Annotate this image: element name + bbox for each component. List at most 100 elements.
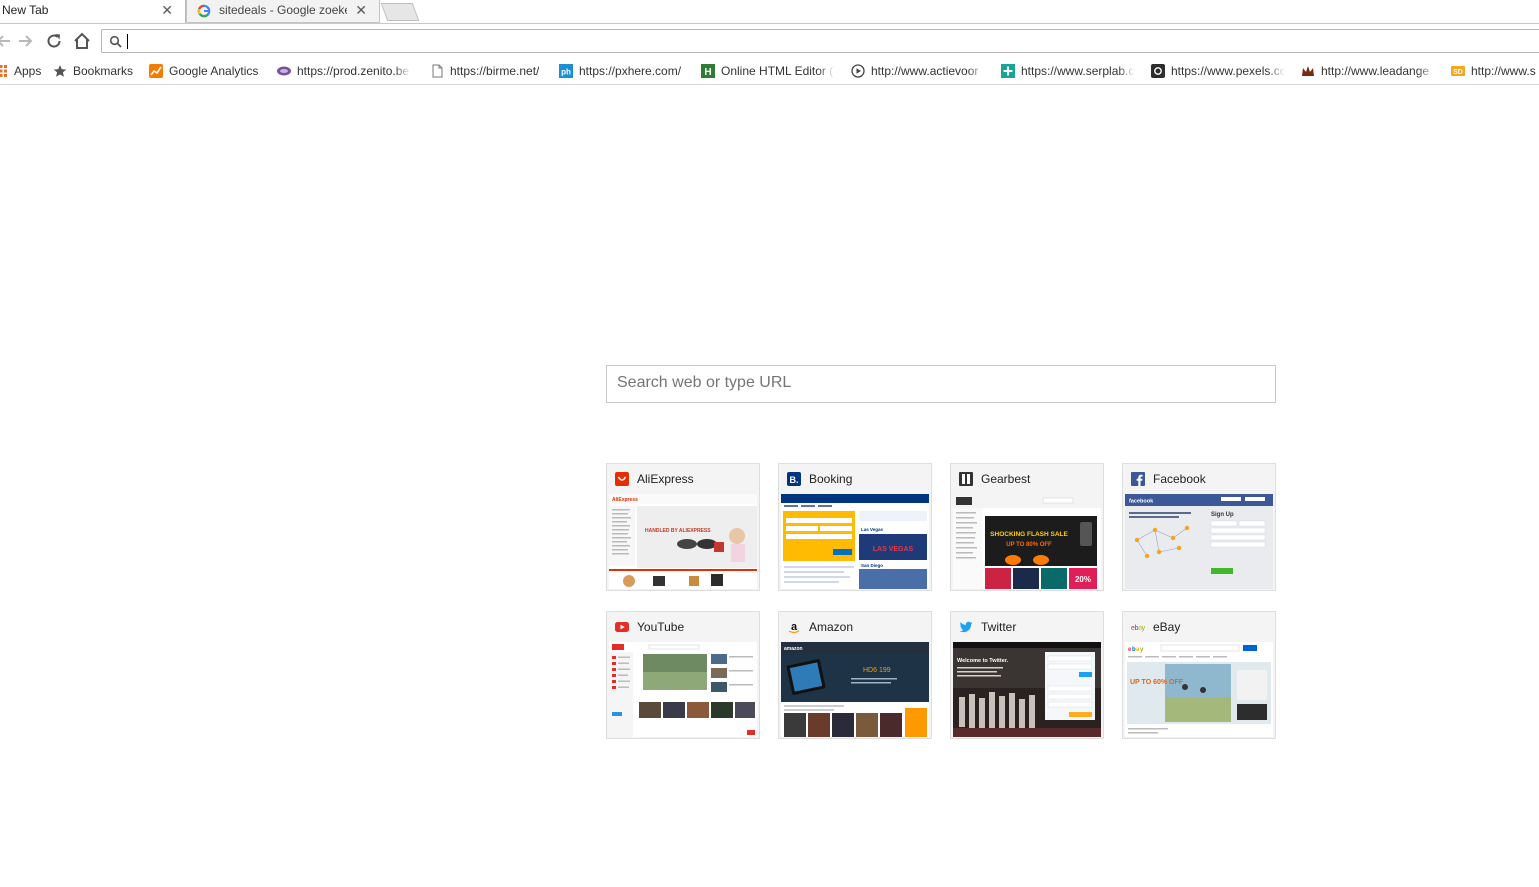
text-caret (127, 34, 128, 49)
bookmark-folder-bookmarks[interactable]: Bookmarks (53, 58, 143, 84)
tile-title: Twitter (981, 620, 1017, 634)
home-icon[interactable] (72, 31, 92, 51)
bookmark-label: Apps (14, 64, 42, 78)
reload-icon[interactable] (44, 31, 64, 51)
bookmark-leadange[interactable]: http://www.leadange (1301, 58, 1441, 84)
thumb-text: UP TO 80% OFF (1006, 542, 1052, 548)
amazon-icon: a (788, 621, 800, 634)
twitter-icon (959, 621, 973, 633)
svg-text:ph: ph (561, 68, 571, 77)
tab-new-tab[interactable]: New Tab ✕ (0, 0, 186, 23)
back-arrow-icon[interactable] (0, 31, 14, 51)
thumb-text: Welcome to Twitter. (957, 658, 1009, 664)
thumb-text: UP TO 60% OFF (1130, 679, 1184, 686)
thumb-text: San Diego (861, 563, 883, 568)
tile-title: AliExpress (637, 472, 694, 486)
tile-thumbnail: AliExpress HANDLED BY ALIEXPRESS (609, 494, 757, 589)
bookmark-label: Google Analytics (169, 64, 259, 78)
bookmark-label: http://www.s (1471, 64, 1536, 78)
svg-text:AliExpress: AliExpress (612, 497, 638, 503)
facebook-icon (1131, 472, 1145, 486)
bookmark-zenito[interactable]: https://prod.zenito.be (277, 58, 415, 84)
tile-title: Amazon (809, 620, 854, 634)
toolbar (0, 24, 1539, 58)
svg-text:SD: SD (1453, 69, 1463, 76)
bookmark-online-html-editor[interactable]: H Online HTML Editor ( (701, 58, 841, 84)
page-icon (432, 64, 443, 78)
bookmark-google-analytics[interactable]: Google Analytics (149, 58, 267, 84)
speed-dial-tile-aliexpress[interactable]: AliExpress AliExpress HANDLED BY ALIEXPR… (606, 463, 760, 591)
star-icon (53, 65, 67, 77)
play-circle-icon (851, 64, 865, 78)
speed-dial-tile-gearbest[interactable]: Gearbest SHOCKING FLASH SALE UP TO 80% O… (950, 463, 1104, 591)
tile-thumbnail: amazon HD6 199 (781, 642, 929, 737)
bookmark-overflow-item[interactable]: SD http://www.s (1451, 58, 1539, 84)
tile-thumbnail: Welcome to Twitter. (953, 642, 1101, 737)
speed-dial-tile-booking[interactable]: B. Booking Las Vegas LAS VEGAS San Diego (778, 463, 932, 591)
tile-header: e b a y eBay (1123, 612, 1275, 641)
tile-header: a Amazon (779, 612, 931, 641)
zenito-icon (277, 66, 291, 76)
bookmark-label: Online HTML Editor ( (721, 64, 834, 78)
tile-thumbnail: e b a y UP TO 60% OFF (1125, 642, 1273, 737)
ebay-icon: e b a y (1131, 625, 1145, 632)
thumb-text: amazon (784, 646, 803, 652)
forward-arrow-icon[interactable] (16, 31, 36, 51)
search-input[interactable] (607, 366, 1257, 400)
tab-title: New Tab (2, 3, 49, 17)
bookmark-label: http://www.leadange (1321, 64, 1430, 78)
tile-thumbnail (609, 642, 757, 737)
apps-grid-icon (0, 65, 7, 77)
tile-header: YouTube (607, 612, 759, 641)
bookmark-label: http://www.actievoor (871, 64, 979, 78)
gearbest-icon (959, 472, 973, 486)
camera-icon (1151, 64, 1165, 78)
crown-icon (1302, 66, 1314, 76)
svg-text:a: a (791, 621, 798, 633)
bookmark-pxhere[interactable]: ph https://pxhere.com/ (559, 58, 691, 84)
thumb-text: 20% (1075, 575, 1091, 584)
speed-dial-tile-youtube[interactable]: YouTube (606, 611, 760, 739)
svg-text:H: H (704, 67, 711, 78)
tile-title: Facebook (1153, 472, 1206, 486)
html-editor-icon: H (701, 64, 715, 78)
speed-dial-tile-twitter[interactable]: Twitter Welcome to Twitter. (950, 611, 1104, 739)
address-bar[interactable] (101, 29, 1539, 53)
bookmark-apps[interactable]: Apps (0, 58, 42, 84)
tile-header: Facebook (1123, 464, 1275, 493)
youtube-icon (615, 622, 629, 632)
speed-dial-tile-ebay[interactable]: e b a y eBay e b a y UP TO 60% OFF (1122, 611, 1276, 739)
bookmark-label: https://www.serplab.c (1021, 64, 1135, 78)
thumb-text: facebook (1129, 499, 1154, 505)
booking-icon: B. (787, 472, 801, 486)
pxhere-icon: ph (559, 64, 573, 78)
tile-thumbnail: Las Vegas LAS VEGAS San Diego (781, 494, 929, 589)
tile-title: eBay (1153, 620, 1181, 634)
tile-header: Gearbest (951, 464, 1103, 493)
speed-dial-tile-amazon[interactable]: a Amazon amazon HD6 199 (778, 611, 932, 739)
bookmark-label: https://prod.zenito.be (297, 64, 410, 78)
speed-dial-tile-facebook[interactable]: Facebook facebook Sign Up (1122, 463, 1276, 591)
tab-strip: New Tab ✕ sitedeals - Google zoeke ✕ (0, 0, 1539, 24)
new-tab-button[interactable] (380, 3, 420, 21)
bookmark-pexels[interactable]: https://www.pexels.co (1151, 58, 1291, 84)
bookmark-label: Bookmarks (73, 64, 134, 78)
thumb-text: HD6 199 (863, 667, 891, 674)
tile-title: YouTube (637, 620, 685, 634)
aliexpress-icon (615, 472, 629, 486)
search-icon (109, 35, 122, 48)
tab-title: sitedeals - Google zoeke (219, 3, 347, 17)
google-icon (197, 4, 211, 18)
tile-header: AliExpress (607, 464, 759, 493)
close-icon[interactable]: ✕ (161, 0, 173, 21)
close-icon[interactable]: ✕ (355, 0, 367, 21)
tile-header: B. Booking (779, 464, 931, 493)
bookmark-actievoor[interactable]: http://www.actievoor (851, 58, 991, 84)
new-tab-search-box[interactable] (606, 365, 1276, 403)
bookmark-serplab[interactable]: https://www.serplab.c (1001, 58, 1141, 84)
tab-sitedeals[interactable]: sitedeals - Google zoeke ✕ (186, 0, 380, 23)
thumb-text: SHOCKING FLASH SALE (990, 531, 1068, 538)
bookmark-birme[interactable]: https://birme.net/ (430, 58, 548, 84)
serplab-icon (1001, 64, 1015, 78)
analytics-icon (149, 64, 163, 78)
